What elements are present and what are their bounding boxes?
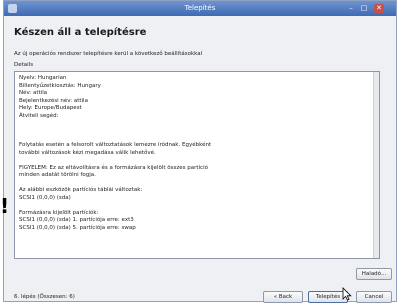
page-subtitle: Az új operációs rendszer telepítésre ker… (14, 51, 203, 57)
summary-location: Hely: Europe/Budapest (19, 105, 82, 111)
caution-line: minden adatát törölni fogja. (19, 172, 96, 178)
mouse-pointer-icon (342, 287, 352, 301)
details-label: Details (14, 62, 34, 68)
summary-keyboard: Billentyűzetkiosztás: Hungary (19, 82, 101, 89)
maximize-button[interactable]: □ (359, 4, 369, 13)
advanced-button[interactable]: Haladó... (356, 268, 392, 280)
summary-login: Bejelentkezési név: attila (19, 97, 88, 104)
partition-tables-line: Az alábbi eszközök partíciós táblái vált… (19, 187, 143, 193)
warning-line: Folytatás esetén a felsorolt változtatás… (19, 142, 212, 148)
title-bar[interactable]: Telepítés – □ ✕ (4, 1, 396, 16)
partition-tables-line: SCSI1 (0,0,0) (sda) (19, 194, 71, 201)
format-line: SCSI1 (0,0,0) (sda) 5. partíciója erre: … (19, 224, 136, 231)
summary-language: Nyelv: Hungarian (19, 75, 67, 81)
minimize-button[interactable]: – (346, 4, 356, 13)
window-title: Telepítés (184, 4, 216, 12)
step-indicator: 6. lépés (Összesen: 6) (14, 294, 75, 300)
format-line: SCSI1 (0,0,0) (sda) 1. partíciója erre: … (19, 217, 134, 223)
details-textarea[interactable]: Nyelv: Hungarian Billentyűzetkiosztás: H… (14, 71, 380, 259)
installer-window: Telepítés – □ ✕ Készen áll a telepítésre… (3, 0, 397, 303)
format-line: Formázásra kijelölt partíciók: (19, 209, 99, 216)
cancel-button[interactable]: Cancel (356, 291, 392, 303)
caution-line: FIGYELEM: Ez az eltávolításra és a formá… (19, 164, 208, 171)
summary-name: Név: attila (19, 90, 48, 96)
close-button[interactable]: ✕ (374, 4, 384, 13)
details-scrollbar[interactable] (373, 72, 379, 258)
back-button[interactable]: « Back (263, 291, 303, 303)
page-heading: Készen áll a telepítésre (14, 27, 147, 38)
warning-line: további változások kézi megadása válik l… (19, 149, 156, 156)
summary-migration: Átviteli segéd: (19, 112, 59, 119)
exclamation-mark: ! (0, 194, 10, 218)
